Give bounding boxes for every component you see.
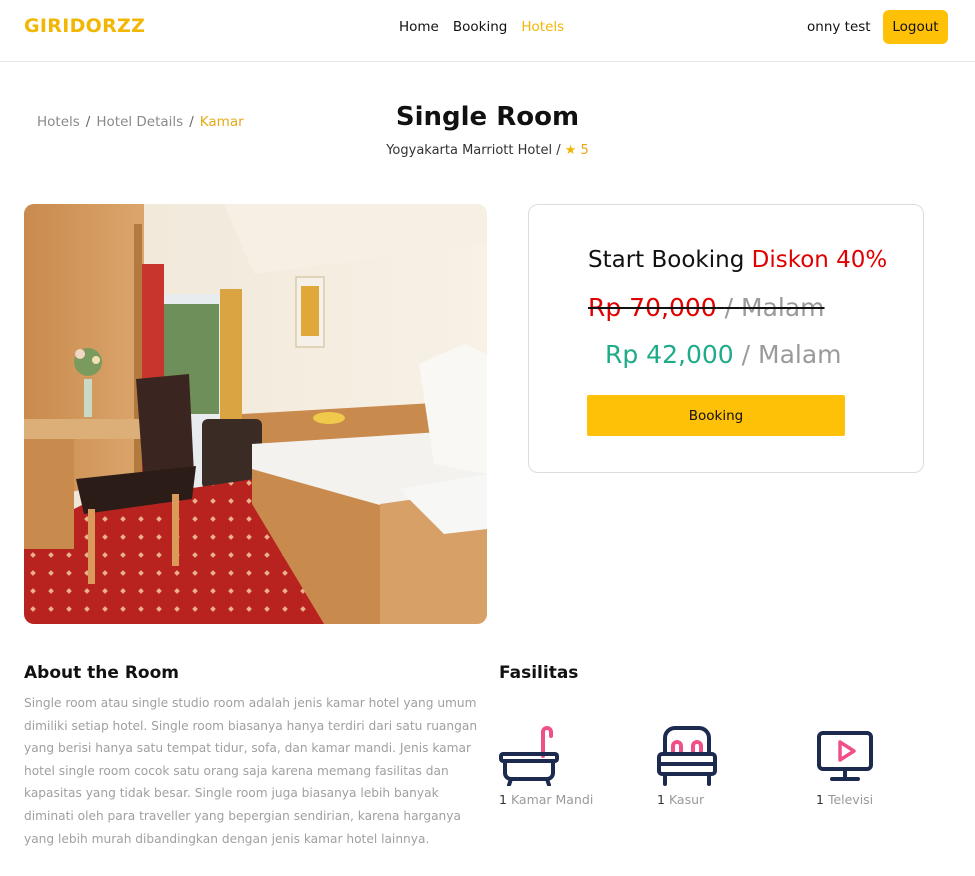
hotel-name: Yogyakarta Marriott Hotel /: [386, 143, 561, 158]
facility-name: Kamar Mandi: [510, 792, 594, 807]
original-price: Rp 70,000 / Malam: [588, 293, 825, 322]
original-price-unit: / Malam: [724, 293, 825, 322]
discount-label: Diskon 40%: [751, 247, 888, 273]
bed-icon: [657, 726, 717, 786]
booking-button[interactable]: Booking: [587, 395, 845, 436]
room-photo: [24, 204, 487, 624]
facility-item-bathroom: 1 Kamar Mandi: [499, 726, 639, 807]
facilities-title: Fasilitas: [499, 663, 579, 683]
booking-card: Start Booking Diskon 40% Rp 70,000 / Mal…: [528, 204, 924, 473]
facility-item-tv: 1 Televisi: [816, 726, 956, 807]
facility-name: Kasur: [668, 792, 705, 807]
facility-count: 1: [657, 792, 665, 807]
rating-value: 5: [580, 143, 589, 158]
discounted-price-unit: / Malam: [741, 340, 842, 369]
discounted-price-amount: Rp 42,000: [605, 340, 734, 369]
discounted-price: Rp 42,000 / Malam: [605, 340, 842, 369]
booking-heading-text: Start Booking: [588, 247, 745, 273]
star-icon: ★: [564, 143, 577, 158]
user-name: onny test: [807, 19, 871, 35]
nav-booking-link[interactable]: Booking: [453, 19, 507, 35]
nav-hotels-link[interactable]: Hotels: [521, 19, 564, 35]
bathtub-icon: [499, 726, 559, 786]
booking-heading: Start Booking Diskon 40%: [588, 247, 887, 273]
original-price-amount: Rp 70,000: [588, 293, 717, 322]
nav-links: Home Booking Hotels: [399, 19, 564, 35]
brand-logo[interactable]: GIRIDORZZ: [24, 15, 145, 37]
facility-count: 1: [499, 792, 507, 807]
page-title: Single Room: [395, 102, 580, 132]
facility-name: Televisi: [827, 792, 874, 807]
facility-label: 1 Kamar Mandi: [499, 792, 639, 807]
tv-icon: [817, 731, 873, 781]
logout-button[interactable]: Logout: [883, 10, 948, 44]
nav-home-link[interactable]: Home: [399, 19, 439, 35]
about-description: Single room atau single studio room adal…: [24, 696, 478, 846]
facility-label: 1 Kasur: [657, 792, 797, 807]
about-title: About the Room: [24, 663, 179, 683]
facility-item-bed: 1 Kasur: [657, 726, 797, 807]
navbar: GIRIDORZZ Home Booking Hotels onny test …: [0, 0, 975, 62]
facility-label: 1 Televisi: [816, 792, 956, 807]
hotel-subtitle: Yogyakarta Marriott Hotel / ★ 5: [0, 143, 975, 158]
facility-count: 1: [816, 792, 824, 807]
